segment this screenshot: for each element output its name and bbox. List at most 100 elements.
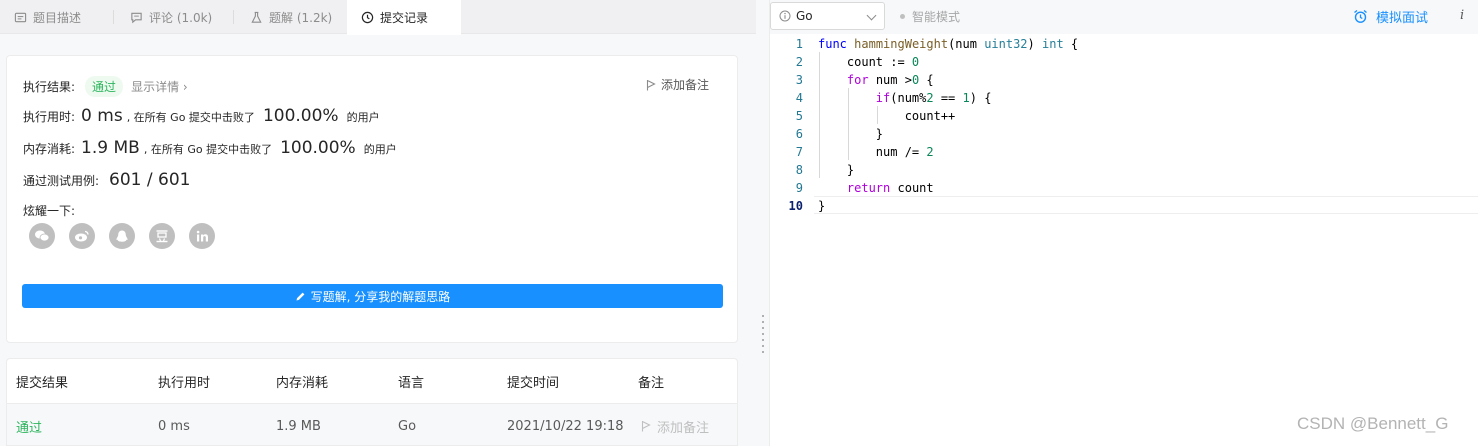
- smart-mode-toggle[interactable]: 智能模式: [900, 0, 960, 32]
- result-row: 执行结果: 通过 显示详情 ›: [23, 76, 188, 97]
- code-line: }: [818, 127, 884, 141]
- wechat-icon[interactable]: [29, 223, 55, 249]
- memory-label: 内存消耗:: [23, 142, 76, 156]
- row-language: Go: [398, 418, 417, 434]
- douban-icon[interactable]: [149, 223, 175, 249]
- editor-toolbar: Go 智能模式 模拟面试 i: [770, 0, 1478, 34]
- flask-icon: [251, 11, 262, 23]
- col-header-language: 语言: [398, 375, 425, 391]
- grip-dot: [762, 315, 764, 317]
- panel-resize-handle[interactable]: [756, 0, 770, 446]
- grip-dot: [762, 345, 764, 347]
- clock-icon: [361, 11, 374, 24]
- code-line: func hammingWeight(num uint32) int {: [818, 37, 1079, 51]
- code-line: num /= 2: [818, 145, 934, 159]
- tab-solutions[interactable]: 题解 (1.2k): [236, 0, 346, 34]
- code-line: }: [818, 163, 855, 177]
- result-label: 执行结果:: [23, 80, 76, 94]
- write-solution-label: 写题解, 分享我的解题思路: [310, 289, 451, 304]
- tab-description[interactable]: 题目描述: [0, 0, 112, 34]
- info-icon[interactable]: i: [1460, 8, 1464, 23]
- grip-dot: [762, 321, 764, 323]
- line-number: 6: [795, 127, 803, 141]
- tab-label: 提交记录: [380, 11, 429, 25]
- editor-panel: Go 智能模式 模拟面试 i 1 2 3 4 5 6 7 8 9 10 func…: [770, 0, 1478, 446]
- line-number: 2: [795, 55, 803, 69]
- chevron-down-icon: [866, 10, 877, 21]
- code-line: count++: [818, 109, 956, 123]
- tab-comments[interactable]: 评论 (1.0k): [116, 0, 232, 34]
- tab-separator: [233, 10, 234, 24]
- col-header-time: 提交时间: [507, 375, 560, 391]
- qq-icon[interactable]: [109, 223, 135, 249]
- grip-dot: [762, 351, 764, 353]
- line-number: 10: [788, 199, 803, 213]
- runtime-percent: 100.00%: [262, 106, 339, 126]
- memory-percent: 100.00%: [280, 138, 356, 158]
- tab-label: 评论 (1.0k): [149, 10, 213, 25]
- row-add-note-label: 添加备注: [657, 420, 710, 436]
- pencil-icon: [296, 292, 305, 300]
- comment-icon: [131, 12, 142, 23]
- tab-submissions[interactable]: 提交记录: [347, 0, 461, 35]
- runtime-label: 执行用时:: [23, 110, 76, 124]
- share-label: 炫耀一下:: [23, 204, 76, 218]
- language-value: Go: [796, 9, 813, 23]
- tab-bar: 题目描述 评论 (1.0k) 题解 (1.2k) 提交记录: [0, 0, 756, 35]
- linkedin-icon[interactable]: [189, 223, 215, 249]
- code-line: if(num%2 == 1) {: [875, 91, 992, 105]
- mode-dot-icon: [900, 13, 905, 19]
- submission-result-card: 执行结果: 通过 显示详情 › 添加备注 执行用时: 0 ms , 在所有 Go…: [6, 55, 738, 343]
- grip-dot: [762, 339, 764, 341]
- info-circle-icon: [779, 10, 791, 22]
- tests-value: 601 / 601: [109, 170, 191, 190]
- left-panel: 题目描述 评论 (1.0k) 题解 (1.2k) 提交记录 执行结果: 通过 显…: [0, 0, 756, 446]
- code-line: count := 0: [818, 55, 920, 69]
- language-select[interactable]: Go: [770, 2, 885, 30]
- description-icon: [14, 12, 27, 22]
- row-add-note-button[interactable]: 添加备注: [641, 404, 710, 445]
- memory-users-text: 的用户: [363, 143, 397, 156]
- tab-separator: [113, 10, 114, 24]
- line-number: 8: [795, 163, 803, 177]
- table-header: 提交结果 执行用时 内存消耗 语言 提交时间 备注: [7, 359, 737, 403]
- code-line: for num >0 {: [846, 73, 934, 87]
- watermark: CSDN @Bennett_G: [1297, 414, 1449, 433]
- grip-dot: [762, 327, 764, 329]
- line-number: 5: [795, 109, 803, 123]
- tab-label: 题目描述: [33, 10, 82, 25]
- runtime-row: 执行用时: 0 ms , 在所有 Go 提交中击败了 100.00% 的用户: [23, 106, 380, 126]
- line-number: 4: [795, 91, 803, 105]
- code-line: return count: [846, 181, 934, 195]
- write-solution-button[interactable]: 写题解, 分享我的解题思路: [22, 284, 723, 308]
- line-number: 1: [795, 37, 803, 51]
- code-line: }: [818, 199, 826, 213]
- show-details-link[interactable]: 显示详情 ›: [131, 78, 188, 95]
- runtime-users-text: 的用户: [346, 111, 380, 124]
- row-time: 2021/10/22 19:18: [507, 418, 624, 434]
- alarm-clock-icon: [1354, 9, 1367, 23]
- col-header-runtime: 执行用时: [158, 375, 211, 391]
- col-header-result: 提交结果: [16, 375, 69, 391]
- submission-table: 提交结果 执行用时 内存消耗 语言 提交时间 备注 通过 0 ms 1.9 MB…: [6, 358, 738, 446]
- smart-mode-label: 智能模式: [912, 9, 961, 24]
- grip-dot: [762, 333, 764, 335]
- col-header-memory: 内存消耗: [276, 375, 329, 391]
- share-row: 炫耀一下:: [23, 202, 75, 219]
- flag-icon: [646, 79, 656, 90]
- line-number: 7: [795, 145, 803, 159]
- memory-row: 内存消耗: 1.9 MB , 在所有 Go 提交中击败了 100.00% 的用户: [23, 138, 397, 158]
- mock-interview-label: 模拟面试: [1376, 10, 1429, 26]
- share-icons: [29, 223, 215, 249]
- row-runtime: 0 ms: [158, 418, 190, 434]
- col-header-note: 备注: [638, 375, 665, 391]
- weibo-icon[interactable]: [69, 223, 95, 249]
- row-memory: 1.9 MB: [276, 418, 321, 434]
- row-result-link[interactable]: 通过: [16, 404, 42, 445]
- flag-icon: [641, 421, 651, 432]
- line-number: 3: [795, 73, 803, 87]
- mock-interview-button[interactable]: 模拟面试: [1353, 0, 1428, 32]
- tab-label: 题解 (1.2k): [269, 10, 333, 25]
- add-note-button[interactable]: 添加备注: [646, 76, 709, 93]
- table-row[interactable]: 通过 0 ms 1.9 MB Go 2021/10/22 19:18 添加备注: [7, 403, 737, 445]
